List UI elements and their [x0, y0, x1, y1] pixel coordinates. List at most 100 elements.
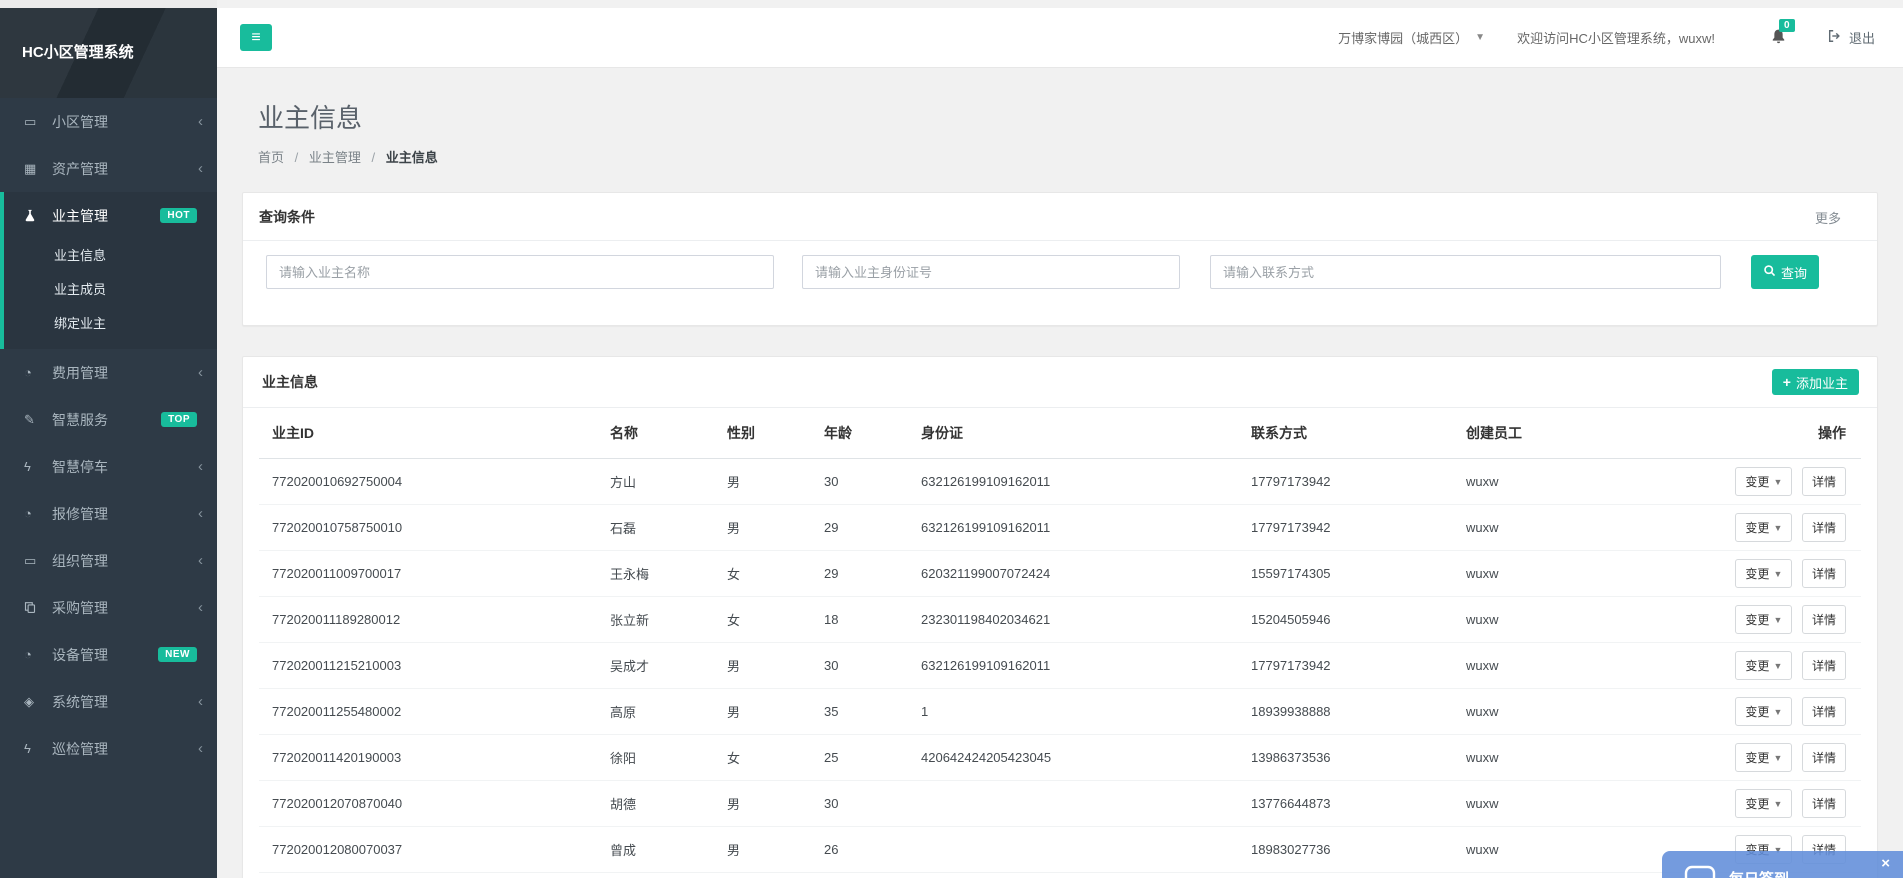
- table-cell: 632126199109162011: [908, 505, 1238, 551]
- detail-button[interactable]: 详情: [1802, 651, 1846, 680]
- chevron-down-icon: ▼: [1773, 569, 1782, 579]
- detail-button[interactable]: 详情: [1802, 467, 1846, 496]
- table-cell: 772020011189280012: [259, 597, 597, 643]
- change-button[interactable]: 变更 ▼: [1735, 559, 1792, 588]
- table-cell: wuxw: [1453, 505, 1668, 551]
- table-cell: 13011111111: [1238, 873, 1453, 878]
- sidebar-item-1[interactable]: ▦ 资产管理‹: [0, 145, 217, 192]
- table-cell: 35: [811, 689, 908, 735]
- owner-phone-input[interactable]: [1210, 255, 1721, 289]
- sidebar-item-label: 费用管理: [52, 363, 198, 383]
- community-selector[interactable]: 万博家博园（城西区） ▼: [1338, 28, 1485, 47]
- change-button[interactable]: 变更 ▼: [1735, 651, 1792, 680]
- change-button[interactable]: 变更 ▼: [1735, 467, 1792, 496]
- daily-signin-toast[interactable]: 每日签到 ×: [1662, 851, 1903, 878]
- chevron-left-icon: ‹: [198, 599, 203, 616]
- chevron-down-icon: ▼: [1773, 799, 1782, 809]
- chevron-left-icon: ‹: [198, 160, 203, 177]
- change-button[interactable]: 变更 ▼: [1735, 743, 1792, 772]
- sidebar-item-7[interactable]: ▭ 组织管理‹: [0, 537, 217, 584]
- sidebar-item-5[interactable]: ϟ 智慧停车‹: [0, 443, 217, 490]
- detail-button[interactable]: 详情: [1802, 743, 1846, 772]
- table-cell: 22: [811, 873, 908, 878]
- table-cell: 男: [714, 505, 811, 551]
- chevron-down-icon: ▼: [1773, 753, 1782, 763]
- add-owner-button-label: 添加业主: [1796, 373, 1848, 392]
- sidebar-item-2[interactable]: 业主管理HOT: [4, 192, 217, 239]
- chevron-down-icon: ▼: [1773, 707, 1782, 717]
- sidebar-item-3[interactable]: ◔ 费用管理‹: [0, 349, 217, 396]
- owners-table-wrap: 业主ID名称性别年龄身份证联系方式创建员工操作 7720200106927500…: [243, 408, 1877, 878]
- sidebar-toggle-button[interactable]: ≡: [240, 24, 272, 51]
- table-cell: wuxw: [1453, 689, 1668, 735]
- breadcrumb: 首页 / 业主管理 / 业主信息: [258, 147, 1862, 166]
- logout-button[interactable]: 退出: [1827, 28, 1875, 47]
- sidebar-item-10[interactable]: ◈ 系统管理‹: [0, 678, 217, 725]
- sidebar-item-8[interactable]: 采购管理‹: [0, 584, 217, 631]
- table-row: 772020011189280012张立新女182323011984020346…: [259, 597, 1861, 643]
- detail-button[interactable]: 详情: [1802, 559, 1846, 588]
- menu-badge: HOT: [160, 208, 197, 223]
- owners-table: 业主ID名称性别年龄身份证联系方式创建员工操作 7720200106927500…: [259, 408, 1861, 878]
- change-button[interactable]: 变更 ▼: [1735, 513, 1792, 542]
- table-cell: 胡德: [597, 781, 714, 827]
- globe-icon: ◔: [24, 647, 45, 662]
- owner-idcard-input[interactable]: [802, 255, 1180, 289]
- table-cell: 25: [811, 735, 908, 781]
- detail-button[interactable]: 详情: [1802, 697, 1846, 726]
- menu-badge: NEW: [158, 647, 197, 662]
- table-row: 772020011255480002高原男35118939938888wuxw …: [259, 689, 1861, 735]
- sidebar-item-9[interactable]: ◔ 设备管理NEW: [0, 631, 217, 678]
- search-panel-header: 查询条件 更多: [243, 193, 1877, 241]
- sidebar-subitem-0[interactable]: 业主信息: [4, 239, 217, 273]
- table-cell: 15204505946: [1238, 597, 1453, 643]
- sidebar-item-6[interactable]: ◔ 报修管理‹: [0, 490, 217, 537]
- owners-table-body: 772020010692750004方山男3063212619910916201…: [259, 459, 1861, 878]
- table-cell: wuxw: [1453, 551, 1668, 597]
- detail-button[interactable]: 详情: [1802, 605, 1846, 634]
- search-panel-body: 查询: [243, 241, 1877, 325]
- sidebar-item-label: 智慧停车: [52, 457, 198, 477]
- table-cell: 26: [811, 827, 908, 873]
- flask-icon: [24, 209, 45, 222]
- topbar-right: 万博家博园（城西区） ▼ 欢迎访问HC小区管理系统，wuxw! 0 退出: [1338, 28, 1875, 48]
- sidebar-item-11[interactable]: ϟ 巡检管理‹: [0, 725, 217, 772]
- query-button[interactable]: 查询: [1751, 255, 1819, 289]
- sidebar-subitem-1[interactable]: 业主成员: [4, 273, 217, 307]
- table-cell: 632126199109162011: [908, 459, 1238, 505]
- change-button[interactable]: 变更 ▼: [1735, 789, 1792, 818]
- sidebar-subitem-2[interactable]: 绑定业主: [4, 307, 217, 341]
- table-cell: 男: [714, 873, 811, 878]
- table-cell: 王永梅: [597, 551, 714, 597]
- owner-name-input[interactable]: [266, 255, 774, 289]
- owners-panel-title: 业主信息: [262, 372, 318, 392]
- chevron-left-icon: ‹: [198, 113, 203, 130]
- detail-button[interactable]: 详情: [1802, 789, 1846, 818]
- detail-button[interactable]: 详情: [1802, 513, 1846, 542]
- welcome-text: 欢迎访问HC小区管理系统，wuxw!: [1517, 28, 1715, 47]
- chevron-down-icon: ▼: [1773, 523, 1782, 533]
- chevron-left-icon: ‹: [198, 458, 203, 475]
- sidebar-item-0[interactable]: ▭ 小区管理‹: [0, 98, 217, 145]
- community-selector-label: 万博家博园（城西区）: [1338, 28, 1468, 47]
- sidebar-item-4[interactable]: ✎ 智慧服务TOP: [0, 396, 217, 443]
- bolt-icon: ϟ: [24, 459, 45, 474]
- chevron-down-icon: ▼: [1475, 32, 1485, 43]
- sidebar-submenu: 业主信息业主成员绑定业主: [4, 239, 217, 341]
- globe-icon: ◔: [24, 506, 45, 521]
- breadcrumb-home[interactable]: 首页: [258, 150, 284, 165]
- row-actions: 变更 ▼ 详情: [1668, 689, 1861, 735]
- change-button[interactable]: 变更 ▼: [1735, 697, 1792, 726]
- close-icon[interactable]: ×: [1881, 856, 1890, 871]
- table-row: 772020010692750004方山男3063212619910916201…: [259, 459, 1861, 505]
- more-link[interactable]: 更多: [1815, 208, 1841, 227]
- sidebar-item-label: 设备管理: [52, 645, 158, 665]
- sidebar-item-label: 报修管理: [52, 504, 198, 524]
- breadcrumb-parent[interactable]: 业主管理: [309, 150, 361, 165]
- query-button-label: 查询: [1781, 263, 1807, 282]
- table-cell: 男: [714, 827, 811, 873]
- table-cell: 29: [811, 505, 908, 551]
- change-button[interactable]: 变更 ▼: [1735, 605, 1792, 634]
- add-owner-button[interactable]: + 添加业主: [1772, 369, 1859, 395]
- notifications-button[interactable]: 0: [1770, 28, 1787, 48]
